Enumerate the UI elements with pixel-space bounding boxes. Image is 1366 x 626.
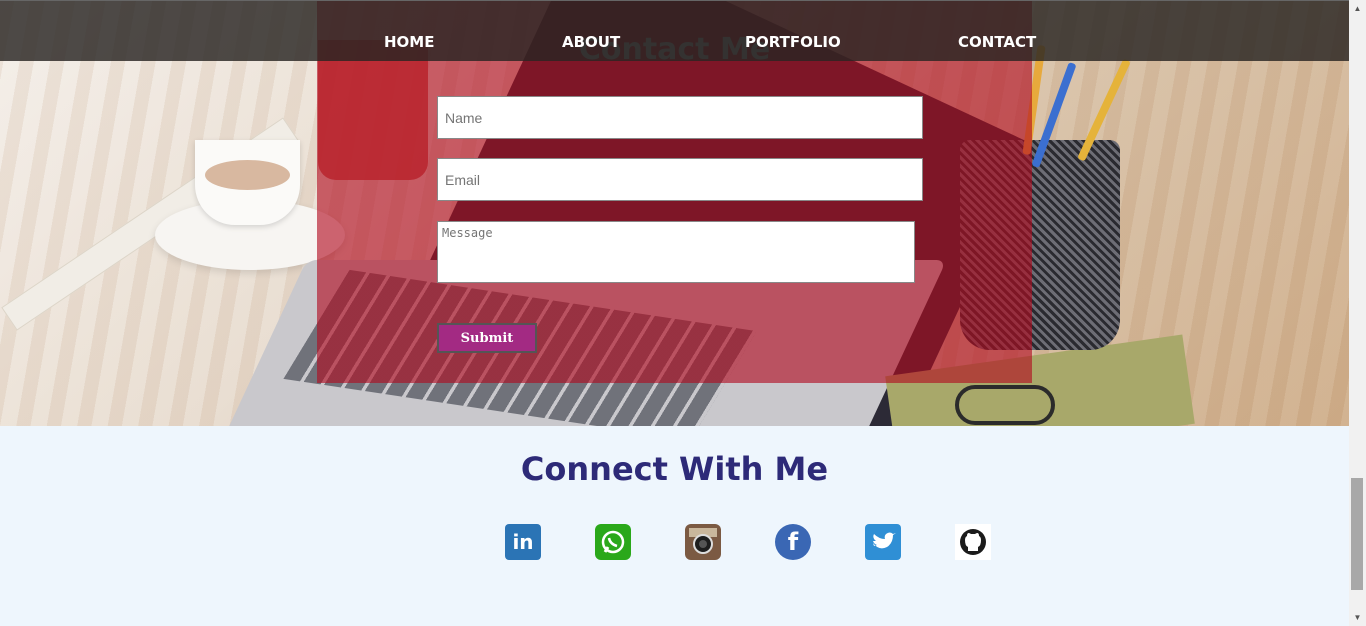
message-field[interactable] [437,221,915,283]
top-navbar: HOME ABOUT PORTFOLIO CONTACT [0,0,1349,61]
whatsapp-icon[interactable] [595,524,631,560]
scroll-thumb[interactable] [1351,478,1363,590]
twitter-icon[interactable] [865,524,901,560]
scroll-down-arrow-icon[interactable]: ▼ [1349,609,1366,626]
vertical-scrollbar[interactable]: ▲ ▼ [1349,0,1366,626]
nav-contact[interactable]: CONTACT [958,33,1036,51]
email-field[interactable] [437,158,923,201]
scroll-up-arrow-icon[interactable]: ▲ [1349,0,1366,17]
nav-portfolio[interactable]: PORTFOLIO [745,33,841,51]
contact-section: Contact Me Submit [0,0,1349,426]
nav-home[interactable]: HOME [384,33,434,51]
github-icon[interactable] [955,524,991,560]
glasses-decoration [955,385,1055,425]
coffee-decoration [205,160,290,190]
facebook-icon[interactable]: f [775,524,811,560]
instagram-icon[interactable] [685,524,721,560]
submit-button[interactable]: Submit [437,323,537,353]
linkedin-icon[interactable]: in [505,524,541,560]
name-field[interactable] [437,96,923,139]
connect-title: Connect With Me [520,450,829,488]
nav-about[interactable]: ABOUT [562,33,620,51]
